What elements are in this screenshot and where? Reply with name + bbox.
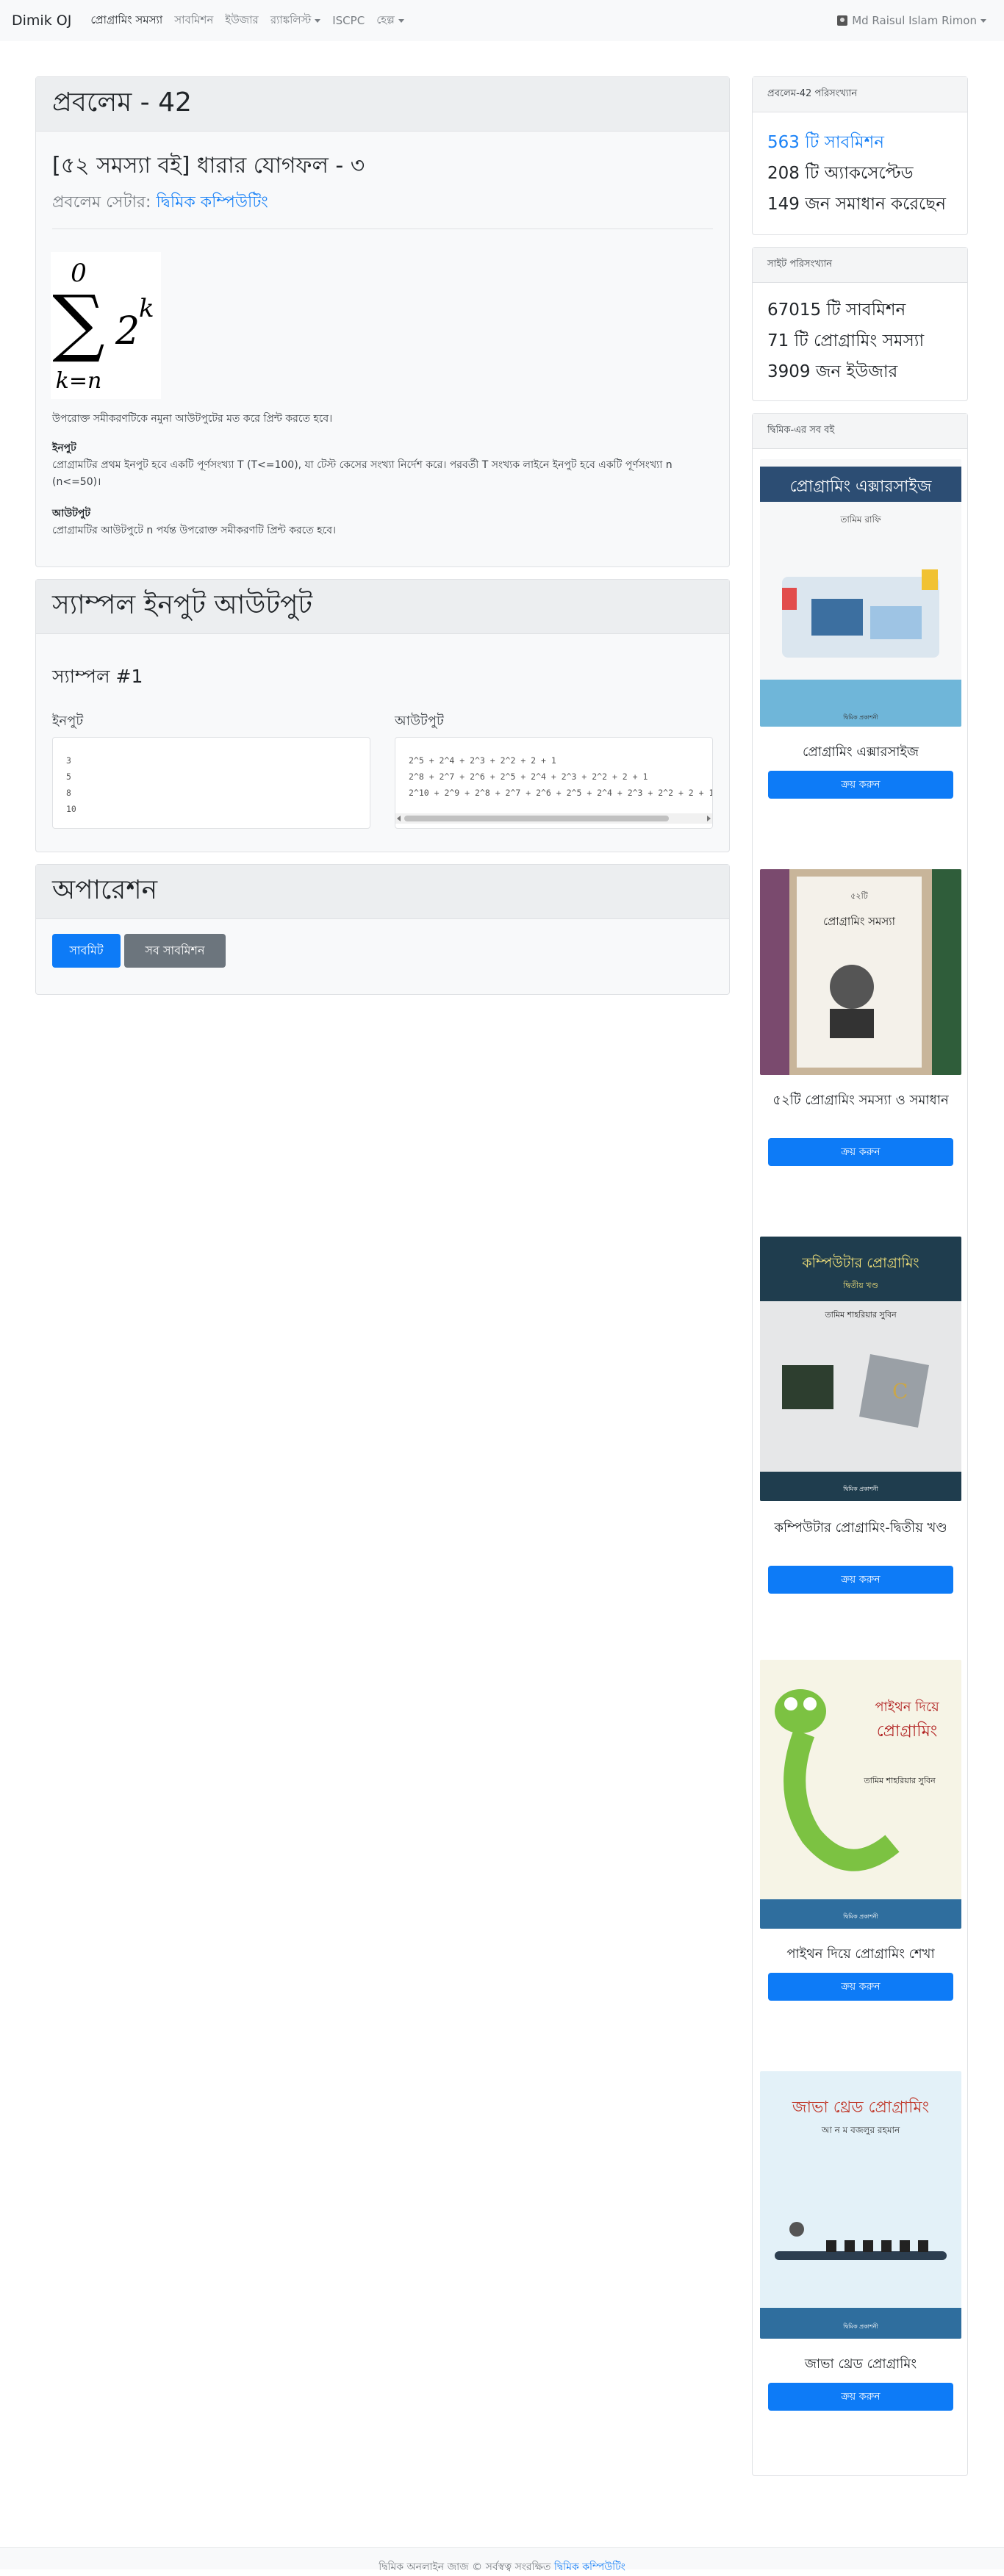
scroll-right-icon[interactable] (707, 816, 711, 821)
book-4-cover-subtitle: প্রোগ্রামিং (877, 1721, 938, 1741)
nav-problems[interactable]: প্রোগ্রামিং সমস্যা (90, 12, 162, 30)
formula-exponent: k (139, 294, 154, 323)
site-problems: 71 টি প্রোগ্রামিং সমস্যা (767, 331, 925, 350)
scroll-left-icon[interactable] (397, 816, 401, 821)
sample-output-box[interactable]: 2^5 + 2^4 + 2^3 + 2^2 + 2 + 1 2^8 + 2^7 … (395, 737, 713, 829)
book-title-4: পাইথন দিয়ে প্রোগ্রামিং শেখা (786, 1946, 935, 1962)
user-icon (837, 15, 848, 26)
sample-input-text: 3 5 8 10 (66, 755, 76, 814)
site-stats-header: সাইট পরিসংখ্যান (753, 248, 967, 283)
scrollbar-thumb[interactable] (404, 816, 669, 821)
output-title: আউটপুট (52, 508, 90, 519)
book-title-3: কম্পিউটার প্রোগ্রামিং-দ্বিতীয় খণ্ড (774, 1520, 947, 1536)
book-3-publisher: দ্বিমিক প্রকাশনী (842, 1485, 878, 1492)
book-3-cover-title: কম্পিউটার প্রোগ্রামিং (801, 1254, 919, 1271)
book-cover-4[interactable]: পাইথন দিয়ে প্রোগ্রামিং তামিম শাহরিয়ার … (760, 1660, 961, 1929)
book-4-publisher: দ্বিমিক প্রকাশনী (842, 1913, 878, 1920)
book-cover-1[interactable]: প্রোগ্রামিং এক্সারসাইজ তামিম রাফি দ্বিমি… (760, 459, 961, 727)
book-1-cover-title: প্রোগ্রামিং এক্সারসাইজ (790, 477, 932, 496)
nav-submissions[interactable]: সাবমিশন (174, 12, 213, 30)
output-description: প্রোগ্রামটির আউটপুটে n পর্যন্ত উপরোক্ত স… (52, 525, 337, 536)
navbar: Dimik OJ প্রোগ্রামিং সমস্যা সাবমিশন ইউজা… (0, 0, 1004, 41)
problem-header: প্রবলেম - 42 (36, 77, 729, 132)
footer: দ্বিমিক অনলাইন জাজ © সর্বস্বত্ব সংরক্ষিত… (0, 2547, 1004, 2573)
book-1-publisher: দ্বিমিক প্রকাশনী (842, 713, 878, 721)
nav-ranklist[interactable]: র‍্যাঙ্কলিস্ট (270, 12, 321, 30)
operations-card: অপারেশন সাবমিট সব সাবমিশন (35, 864, 730, 995)
input-title: ইনপুট (52, 442, 76, 454)
buy-button-2[interactable]: ক্রয় করুন (768, 1138, 953, 1166)
caret-down-icon (315, 18, 321, 23)
site-submissions: 67015 টি সাবমিশন (767, 301, 906, 320)
all-submissions-button[interactable]: সব সাবমিশন (124, 934, 226, 968)
book-5-publisher: দ্বিমিক প্রকাশনী (842, 2323, 878, 2330)
problem-card: প্রবলেম - 42 [৫২ সমস্যা বই] ধারার যোগফল … (35, 76, 730, 567)
site-stats-card: সাইট পরিসংখ্যান 67015 টি সাবমিশন 71 টি প… (752, 247, 968, 401)
book-title-2: ৫২টি প্রোগ্রামিং সমস্যা ও সমাধান (772, 1093, 949, 1108)
book-cover-3[interactable]: কম্পিউটার প্রোগ্রামিং দ্বিতীয় খণ্ড তামি… (760, 1237, 961, 1501)
input-description: প্রোগ্রামটির প্রথম ইনপুট হবে একটি পূর্ণস… (52, 459, 673, 488)
sigma-symbol: ∑ (52, 279, 104, 365)
site-users: 3909 জন ইউজার (767, 362, 898, 381)
sample-header: স্যাম্পল ইনপুট আউটপুট (36, 580, 729, 634)
book-1-cover-author: তামিম রাফি (839, 514, 881, 525)
problem-solved-by: 149 জন সমাধান করেছেন (767, 195, 946, 214)
operations-header: অপারেশন (36, 865, 729, 919)
nav-help[interactable]: হেল্প (376, 12, 404, 30)
caret-down-icon (398, 18, 404, 23)
books-header: দ্বিমিক-এর সব বই (753, 414, 967, 449)
problem-stats-header: প্রবলেম-42 পরিসংখ্যান (753, 77, 967, 112)
horizontal-scrollbar[interactable] (395, 813, 712, 824)
problem-setter: প্রবলেম সেটার: দ্বিমিক কম্পিউটিং (52, 193, 268, 212)
problem-submissions-link[interactable]: 563 টি সাবমিশন (767, 129, 884, 157)
sample-input-box[interactable]: 3 5 8 10 (52, 737, 370, 829)
input-section: ইনপুট প্রোগ্রামটির প্রথম ইনপুট হবে একটি … (52, 440, 714, 491)
buy-button-4[interactable]: ক্রয় করুন (768, 1973, 953, 2001)
buy-button-5[interactable]: ক্রয় করুন (768, 2383, 953, 2411)
user-menu[interactable]: Md Raisul Islam Rimon (837, 0, 986, 41)
setter-link[interactable]: দ্বিমিক কম্পিউটিং (156, 193, 268, 212)
sample-card: স্যাম্পল ইনপুট আউটপুট স্যাম্পল #1 ইনপুট … (35, 579, 730, 852)
formula-image: 0 ∑ k=n 2 k (51, 252, 161, 399)
book-cover-5[interactable]: জাভা থ্রেড প্রোগ্রামিং আ ন ম বজলুর রহমান… (760, 2071, 961, 2339)
buy-button-3[interactable]: ক্রয় করুন (768, 1566, 953, 1594)
c-letter-icon: C (892, 1379, 908, 1403)
book-4-cover-title: পাইথন দিয়ে (875, 1699, 939, 1715)
book-cover-2[interactable]: ৫২টি প্রোগ্রামিং সমস্যা (760, 869, 961, 1075)
user-name: Md Raisul Islam Rimon (852, 14, 977, 27)
problem-body: [৫২ সমস্যা বই] ধারার যোগফল - ৩ প্রবলেম স… (36, 132, 729, 245)
sample-output-label: আউটপুট (395, 713, 444, 729)
problem-stats-card: প্রবলেম-42 পরিসংখ্যান 563 টি সাবমিশন 208… (752, 76, 968, 235)
output-section: আউটপুট প্রোগ্রামটির আউটপুটে n পর্যন্ত উপ… (52, 506, 714, 539)
book-title-5: জাভা থ্রেড প্রোগ্রামিং (804, 2356, 917, 2372)
sample-title: স্যাম্পল #1 (52, 666, 143, 687)
book-5-cover-title: জাভা থ্রেড প্রোগ্রামিং (792, 2098, 929, 2117)
book-4-cover-author: তামিম শাহরিয়ার সুবিন (863, 1776, 936, 1785)
caret-down-icon (980, 18, 986, 23)
book-2-cover-title: ৫২টি (850, 891, 868, 901)
nav-users[interactable]: ইউজার (225, 12, 259, 30)
submit-button[interactable]: সাবমিট (52, 934, 121, 968)
book-5-cover-author: আ ন ম বজলুর রহমান (821, 2125, 900, 2136)
footer-text: দ্বিমিক অনলাইন জাজ © সর্বস্বত্ব সংরক্ষিত (379, 2561, 554, 2573)
sample-input-label: ইনপুট (52, 713, 84, 729)
book-3-cover-author: তামিম শাহরিয়ার সুবিন (824, 1310, 897, 1320)
problem-title: [৫২ সমস্যা বই] ধারার যোগফল - ৩ (52, 153, 365, 179)
problem-statement: উপরোক্ত সমীকরণটিকে নমুনা আউটপুটের মত করে… (52, 413, 333, 425)
formula-base: 2 (115, 309, 140, 353)
nav-iscpc[interactable]: ISCPC (332, 14, 365, 27)
book-title-1: প্রোগ্রামিং এক্সারসাইজ (803, 744, 919, 760)
footer-link[interactable]: দ্বিমিক কম্পিউটিং (554, 2561, 625, 2573)
sample-output-text: 2^5 + 2^4 + 2^3 + 2^2 + 2 + 1 2^8 + 2^7 … (409, 755, 712, 798)
books-card: দ্বিমিক-এর সব বই প্রোগ্রামিং এক্সারসাইজ … (752, 413, 968, 2476)
buy-button-1[interactable]: ক্রয় করুন (768, 771, 953, 799)
book-3-cover-subtitle: দ্বিতীয় খণ্ড (842, 1281, 878, 1290)
formula-lower: k=n (56, 368, 102, 394)
summation-formula: 0 ∑ k=n 2 k (52, 259, 154, 394)
brand-link[interactable]: Dimik OJ (12, 12, 71, 29)
problem-accepted: 208 টি অ্যাকসেপ্টেড (767, 164, 914, 183)
book-2-cover-subtitle: প্রোগ্রামিং সমস্যা (823, 915, 896, 928)
